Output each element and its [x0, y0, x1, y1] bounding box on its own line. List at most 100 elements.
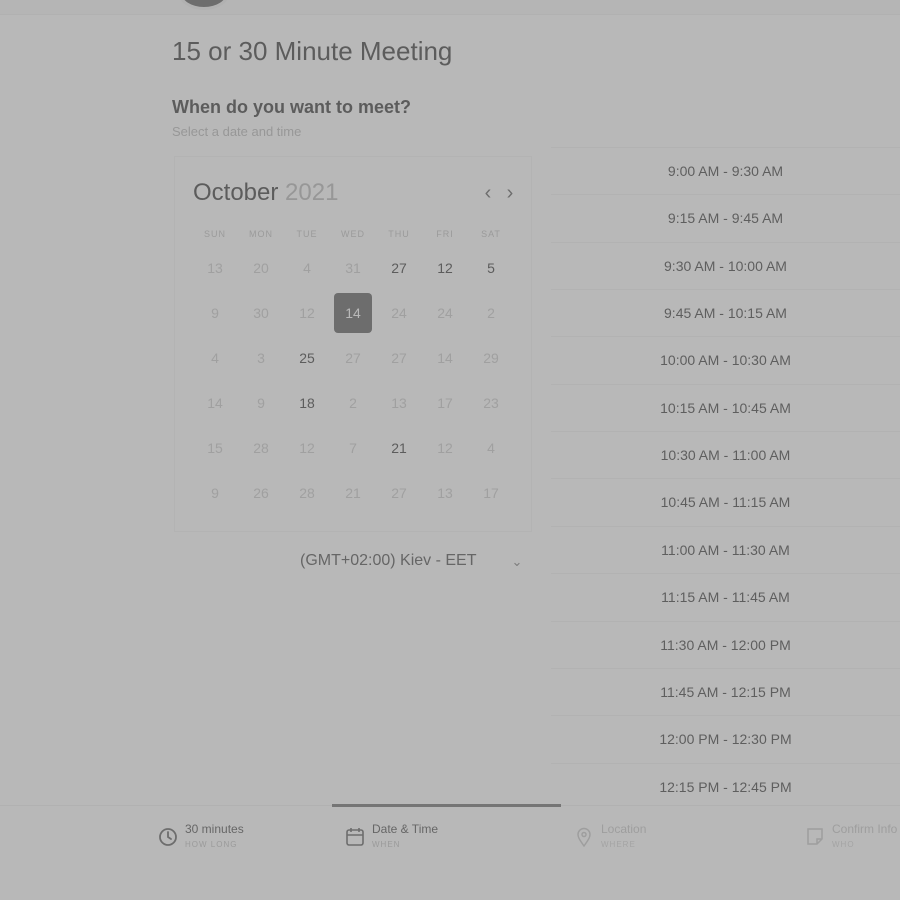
- time-slot-button[interactable]: 10:30 AM - 11:00 AM: [551, 431, 900, 479]
- timezone-select[interactable]: (GMT+02:00) Kiev - EET: [300, 552, 530, 574]
- calendar-day-label: 4: [303, 259, 311, 276]
- step-label: Confirm Info: [832, 822, 898, 836]
- location-pin-icon: [577, 827, 591, 848]
- calendar-day[interactable]: 25: [284, 335, 330, 380]
- step-sublabel: HOW LONG: [185, 840, 238, 849]
- calendar-day: 13: [422, 470, 468, 515]
- calendar-day: 27: [330, 335, 376, 380]
- calendar-day-label: 13: [437, 484, 453, 501]
- weekday-header: SUN MON TUE WED THU FRI SAT: [192, 229, 514, 239]
- chevron-down-icon[interactable]: ⌄: [509, 554, 525, 570]
- calendar-day: 17: [422, 380, 468, 425]
- step-navigation: 30 minutes HOW LONG Date & Time WHEN Loc…: [0, 804, 900, 901]
- time-slot-button[interactable]: 9:15 AM - 9:45 AM: [551, 194, 900, 242]
- step-who[interactable]: Confirm Info WHO: [804, 820, 900, 864]
- calendar-day: 13: [192, 245, 238, 290]
- calendar-day-label: 15: [207, 439, 223, 456]
- calendar-day-label: 7: [349, 439, 357, 456]
- weekday-label: SUN: [203, 229, 226, 239]
- page-title: 15 or 30 Minute Meeting: [172, 36, 453, 66]
- calendar-day: 2: [468, 290, 514, 335]
- step-label: 30 minutes: [185, 822, 244, 836]
- calendar-day[interactable]: 12: [422, 245, 468, 290]
- calendar-day: 4: [468, 425, 514, 470]
- calendar-day-selected[interactable]: 14: [330, 290, 376, 335]
- calendar-day-label: 21: [391, 439, 407, 456]
- weekday-label: THU: [388, 229, 410, 239]
- top-bar: [0, 0, 900, 15]
- calendar-day: 27: [376, 470, 422, 515]
- calendar-day-label: 9: [211, 304, 219, 321]
- time-slot-button[interactable]: 12:00 PM - 12:30 PM: [551, 715, 900, 763]
- calendar-day: 24: [376, 290, 422, 335]
- clock-icon: [159, 828, 177, 846]
- calendar-day: 14: [192, 380, 238, 425]
- calendar-day-label: 31: [345, 259, 361, 276]
- calendar-day: 12: [284, 425, 330, 470]
- calendar-day: 17: [468, 470, 514, 515]
- calendar-day: 4: [284, 245, 330, 290]
- calendar-day: 26: [238, 470, 284, 515]
- calendar-day: 3: [238, 335, 284, 380]
- time-slot-button[interactable]: 11:15 AM - 11:45 AM: [551, 573, 900, 621]
- calendar-day-label: 28: [299, 484, 315, 501]
- calendar-day-label: 9: [257, 394, 265, 411]
- time-slot-button[interactable]: 9:45 AM - 10:15 AM: [551, 289, 900, 337]
- step-where[interactable]: Location WHERE: [573, 820, 703, 864]
- calendar-icon: [346, 828, 364, 846]
- chevron-right-icon[interactable]: ›: [500, 181, 520, 205]
- step-how-long[interactable]: 30 minutes HOW LONG: [157, 820, 267, 864]
- calendar-day[interactable]: 18: [284, 380, 330, 425]
- time-slot-button[interactable]: 12:15 PM - 12:45 PM: [551, 762, 900, 805]
- calendar-year: 2021: [285, 179, 339, 206]
- calendar-day: 31: [330, 245, 376, 290]
- calendar-day: 2: [330, 380, 376, 425]
- calendar-day[interactable]: 21: [376, 425, 422, 470]
- calendar-month-year: October 2021: [193, 179, 338, 207]
- calendar-day-label: 14: [334, 292, 372, 333]
- time-slot-button[interactable]: 11:00 AM - 11:30 AM: [551, 525, 900, 573]
- calendar-day-label: 27: [391, 349, 407, 366]
- chevron-left-icon[interactable]: ‹: [478, 181, 498, 205]
- step-sublabel: WHEN: [372, 840, 401, 849]
- calendar-day-label: 12: [437, 439, 453, 456]
- time-slot-button[interactable]: 10:45 AM - 11:15 AM: [551, 478, 900, 526]
- calendar-day-label: 25: [299, 349, 315, 366]
- calendar-day-label: 17: [437, 394, 453, 411]
- time-slot-list: 9:00 AM - 9:30 AM 9:15 AM - 9:45 AM 9:30 A…: [551, 147, 900, 805]
- calendar-day-label: 18: [299, 394, 315, 411]
- calendar-day-label: 4: [487, 439, 495, 456]
- calendar-day-label: 23: [483, 394, 499, 411]
- step-label: Date & Time: [372, 822, 439, 836]
- calendar-day-label: 12: [299, 304, 315, 321]
- calendar-day[interactable]: 27: [376, 245, 422, 290]
- calendar-day: 9: [238, 380, 284, 425]
- calendar-day-label: 3: [257, 349, 265, 366]
- weekday-label: WED: [341, 229, 365, 239]
- calendar-day-label: 13: [391, 394, 407, 411]
- time-slot-button[interactable]: 11:30 AM - 12:00 PM: [551, 620, 900, 668]
- calendar-day-label: 27: [345, 349, 361, 366]
- calendar-day[interactable]: 5: [468, 245, 514, 290]
- step-sublabel: WHO: [832, 840, 855, 849]
- time-slot-button[interactable]: 11:45 AM - 12:15 PM: [551, 667, 900, 715]
- calendar-day-label: 24: [391, 304, 407, 321]
- calendar-month: October: [193, 179, 279, 206]
- calendar-day-label: 20: [253, 259, 269, 276]
- calendar-day-label: 17: [483, 484, 499, 501]
- calendar-day-label: 2: [349, 394, 357, 411]
- step-when[interactable]: Date & Time WHEN: [344, 820, 484, 864]
- time-slot-button[interactable]: 10:00 AM - 10:30 AM: [551, 336, 900, 384]
- calendar-day-label: 30: [253, 304, 269, 321]
- calendar-day-label: 29: [483, 349, 499, 366]
- calendar-day: 21: [330, 470, 376, 515]
- calendar-day-label: 27: [391, 259, 407, 276]
- calendar-day: 28: [238, 425, 284, 470]
- calendar-day: 23: [468, 380, 514, 425]
- time-slot-button[interactable]: 10:15 AM - 10:45 AM: [551, 383, 900, 431]
- weekday-label: SAT: [481, 229, 501, 239]
- calendar-day-label: 14: [437, 349, 453, 366]
- time-slot-button[interactable]: 9:30 AM - 10:00 AM: [551, 241, 900, 289]
- calendar-day: 30: [238, 290, 284, 335]
- time-slot-button[interactable]: 9:00 AM - 9:30 AM: [551, 147, 900, 194]
